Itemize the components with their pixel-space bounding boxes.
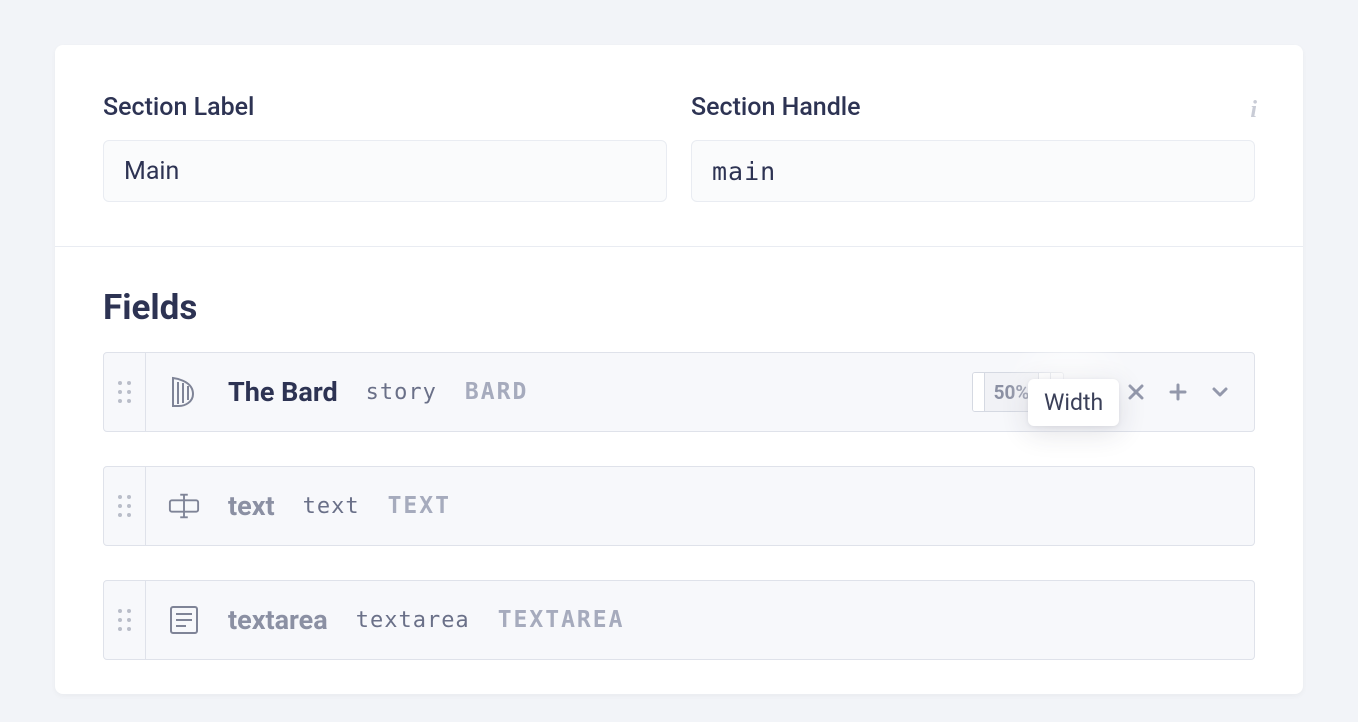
- field-type: TEXTAREA: [498, 607, 625, 633]
- field-handle: text: [303, 494, 360, 519]
- section-handle-input[interactable]: [691, 140, 1255, 202]
- chevron-down-icon[interactable]: [1208, 380, 1232, 404]
- section-card: Section Label Section Handle i Fields: [55, 45, 1303, 694]
- section-handle-group: Section Handle i: [691, 93, 1255, 202]
- field-row: text text TEXT: [103, 466, 1255, 546]
- width-seg-25[interactable]: [973, 373, 985, 411]
- field-body[interactable]: textarea textarea TEXTAREA: [146, 581, 1254, 659]
- info-icon[interactable]: i: [1250, 97, 1257, 124]
- drag-handle[interactable]: [104, 581, 146, 659]
- fields-heading: Fields: [103, 287, 1255, 328]
- field-handle: story: [366, 380, 437, 405]
- field-row: textarea textarea TEXTAREA: [103, 580, 1255, 660]
- field-body[interactable]: text text TEXT: [146, 467, 1254, 545]
- section-label-input[interactable]: [103, 140, 667, 202]
- field-title: The Bard: [228, 376, 338, 408]
- width-tooltip: Width: [1028, 379, 1119, 426]
- section-label-caption: Section Label: [103, 93, 667, 122]
- close-icon[interactable]: [1124, 380, 1148, 404]
- text-icon: [168, 490, 200, 522]
- field-title: textarea: [228, 604, 328, 636]
- field-type: TEXT: [388, 493, 451, 519]
- drag-handle[interactable]: [104, 467, 146, 545]
- field-type: BARD: [465, 379, 528, 405]
- textarea-icon: [168, 604, 200, 636]
- section-handle-caption: Section Handle: [691, 93, 1255, 122]
- section-label-group: Section Label: [103, 93, 667, 202]
- field-handle: textarea: [356, 608, 470, 633]
- drag-handle[interactable]: [104, 353, 146, 431]
- section-header: Section Label Section Handle i: [55, 45, 1303, 246]
- plus-icon[interactable]: [1166, 380, 1190, 404]
- field-body[interactable]: The Bard story BARD: [146, 353, 972, 431]
- bard-icon: [168, 376, 200, 408]
- fields-section: Fields The Bard story BARD: [55, 247, 1303, 660]
- field-title: text: [228, 490, 275, 522]
